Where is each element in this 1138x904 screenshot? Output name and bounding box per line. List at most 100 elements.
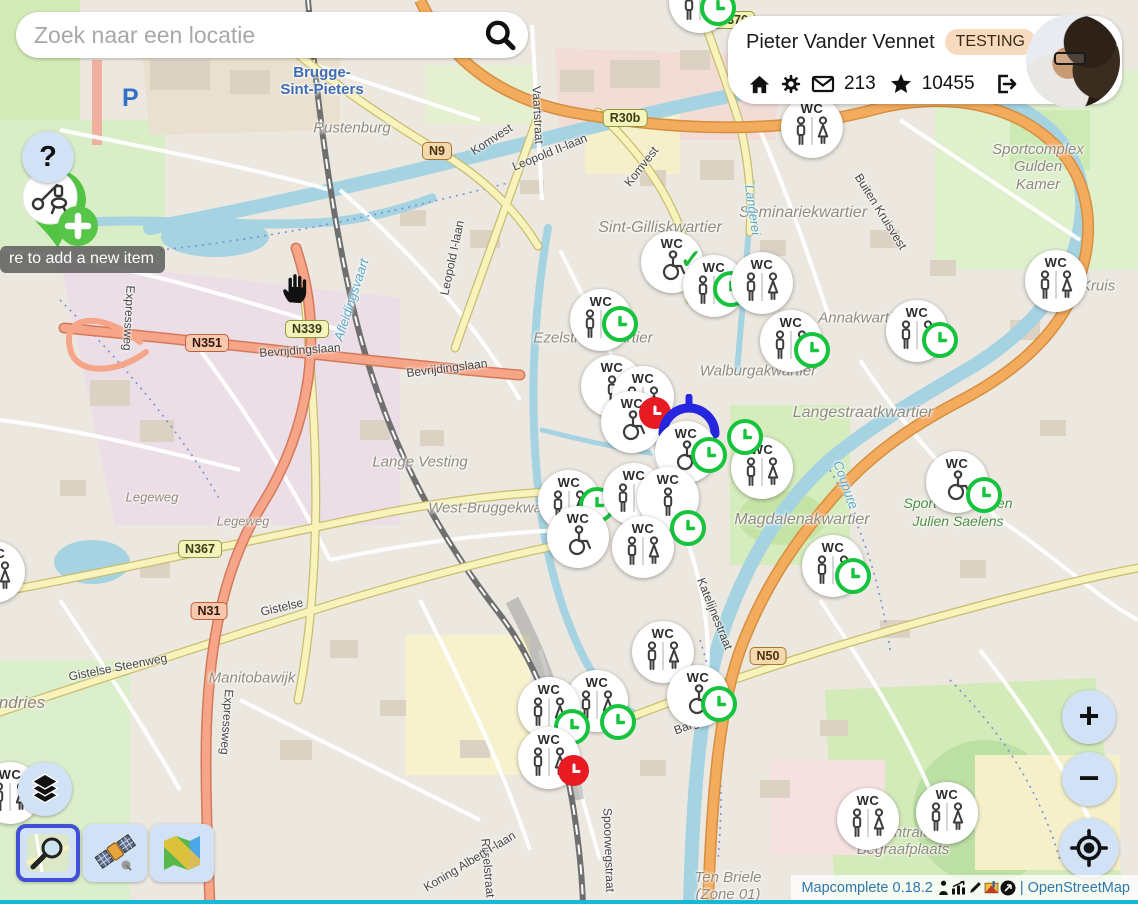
mf-toilet-icon xyxy=(926,801,968,839)
wc-marker[interactable]: WC xyxy=(886,300,948,362)
wc-marker-label: WC xyxy=(652,627,675,640)
home-icon[interactable] xyxy=(748,73,771,96)
messages-count[interactable]: 213 xyxy=(844,73,876,95)
wc-marker[interactable]: WC xyxy=(667,665,729,727)
wc-marker-label: WC xyxy=(0,547,5,560)
hand-cursor-icon xyxy=(280,268,314,306)
mf-toilet-icon xyxy=(741,456,783,494)
wc-marker-label: WC xyxy=(538,733,561,746)
wc-marker[interactable]: WC xyxy=(802,535,864,597)
background-option-osm[interactable] xyxy=(16,824,80,882)
osm-attribution-link[interactable]: OpenStreetMap xyxy=(1028,880,1130,896)
user-name[interactable]: Pieter Vander Vennet xyxy=(746,31,935,54)
osm-carto-icon xyxy=(26,833,70,873)
wc-marker-label: WC xyxy=(538,683,561,696)
wc-marker-label: WC xyxy=(751,258,774,271)
background-option-satellite[interactable] xyxy=(83,824,147,882)
wc-marker[interactable]: WC xyxy=(781,96,843,158)
wc-marker-label: WC xyxy=(857,794,880,807)
mf-toilet-icon xyxy=(1035,269,1077,307)
mf-toilet-icon xyxy=(622,535,664,573)
geolocate-button[interactable] xyxy=(1059,818,1119,878)
background-option-map[interactable] xyxy=(150,824,214,882)
opening-hours-open-badge xyxy=(835,558,871,594)
mf-toilet-icon xyxy=(741,271,783,309)
wc-marker-label: WC xyxy=(687,671,710,684)
messages-icon[interactable] xyxy=(811,72,835,96)
wc-marker[interactable]: WC xyxy=(669,0,731,33)
wc-marker-label: WC xyxy=(558,476,581,489)
logout-icon[interactable] xyxy=(994,72,1018,96)
wc-marker-label: WC xyxy=(780,316,803,329)
zoom-out-button[interactable]: − xyxy=(1062,752,1116,806)
wc-marker-label: WC xyxy=(632,372,655,385)
satellite-icon xyxy=(93,833,137,873)
poi-marker-layer: WCWCWCWCWC✓WCWCWCWCWCWCWCWCWCWCWCWCWCWCW… xyxy=(0,0,1138,904)
wc-marker-label: WC xyxy=(936,788,959,801)
wc-marker-label: WC xyxy=(822,541,845,554)
search-icon[interactable] xyxy=(482,18,516,52)
mf-toilet-icon xyxy=(847,807,889,845)
wc-marker[interactable]: WC xyxy=(731,252,793,314)
search-input[interactable] xyxy=(16,22,482,49)
wc-marker-label: WC xyxy=(946,457,969,470)
wc-marker-label: WC xyxy=(601,361,624,374)
opening-hours-open-badge xyxy=(922,322,958,358)
stars-count[interactable]: 10455 xyxy=(922,73,975,95)
opening-hours-open-badge xyxy=(701,686,737,722)
wc-marker-label: WC xyxy=(567,512,590,525)
avatar[interactable] xyxy=(1026,14,1120,108)
wc-marker-label: WC xyxy=(586,676,609,689)
wc-marker[interactable]: WC xyxy=(926,451,988,513)
user-panel: Pieter Vander Vennet TESTING xyxy=(728,16,1122,104)
wc-marker-label: WC xyxy=(657,473,680,486)
wc-marker[interactable]: WC xyxy=(518,727,580,789)
geolocate-icon xyxy=(1070,829,1108,867)
wc-marker[interactable]: WC xyxy=(1025,250,1087,312)
mf-toilet-icon xyxy=(791,115,833,153)
mapcomplete-logo-icon[interactable] xyxy=(984,880,999,895)
opening-hours-open-badge xyxy=(670,510,706,546)
zoom-in-label: + xyxy=(1078,698,1099,734)
wc-marker-label: WC xyxy=(632,522,655,535)
help-button[interactable]: ? xyxy=(22,131,74,183)
wc-marker-label: WC xyxy=(675,427,698,440)
license-icon[interactable] xyxy=(1000,880,1016,896)
wc-marker[interactable]: WC xyxy=(612,516,674,578)
wc-marker-label: WC xyxy=(1045,256,1068,269)
search-bar[interactable] xyxy=(16,12,528,58)
opening-hours-open-badge xyxy=(727,419,763,455)
help-button-label: ? xyxy=(39,141,57,174)
gear-icon[interactable] xyxy=(780,73,802,95)
contributor-icon[interactable] xyxy=(937,880,950,895)
wc-marker-label: WC xyxy=(906,306,929,319)
layers-icon xyxy=(30,773,60,805)
mf-toilet-icon xyxy=(0,560,15,598)
wc-marker[interactable]: WC xyxy=(760,310,822,372)
mapcomplete-app: Brugge- Sint-PietersRustenburgSint-Gilli… xyxy=(0,0,1138,904)
star-icon[interactable] xyxy=(889,72,913,96)
wc-marker[interactable]: WC xyxy=(837,788,899,850)
opening-hours-open-badge xyxy=(600,704,636,740)
edit-icon[interactable] xyxy=(968,880,983,895)
wc-marker[interactable]: WC xyxy=(916,782,978,844)
opening-hours-open-badge xyxy=(794,332,830,368)
statistics-icon[interactable] xyxy=(951,880,967,895)
opening-hours-open-badge xyxy=(966,477,1002,513)
layers-button[interactable] xyxy=(18,762,72,816)
wheelchair-toilet-icon xyxy=(561,525,595,561)
opening-hours-open-badge xyxy=(602,306,638,342)
bottom-accent-bar xyxy=(0,900,1138,904)
wc-marker[interactable]: WC xyxy=(570,289,632,351)
environment-badge: TESTING xyxy=(945,29,1036,55)
app-version[interactable]: Mapcomplete 0.18.2 xyxy=(801,880,932,896)
wc-marker[interactable]: WC xyxy=(547,506,609,568)
opening-hours-closed-badge xyxy=(558,755,589,786)
wc-marker[interactable]: WC xyxy=(0,541,25,603)
wc-marker[interactable]: WC xyxy=(731,437,793,499)
attribution-separator: | xyxy=(1020,880,1024,896)
zoom-in-button[interactable]: + xyxy=(1062,690,1116,744)
attribution-bar: Mapcomplete 0.18.2 | OpenStreet xyxy=(791,875,1138,900)
wc-marker-label: WC xyxy=(0,768,21,781)
map-style-icon xyxy=(160,833,204,873)
